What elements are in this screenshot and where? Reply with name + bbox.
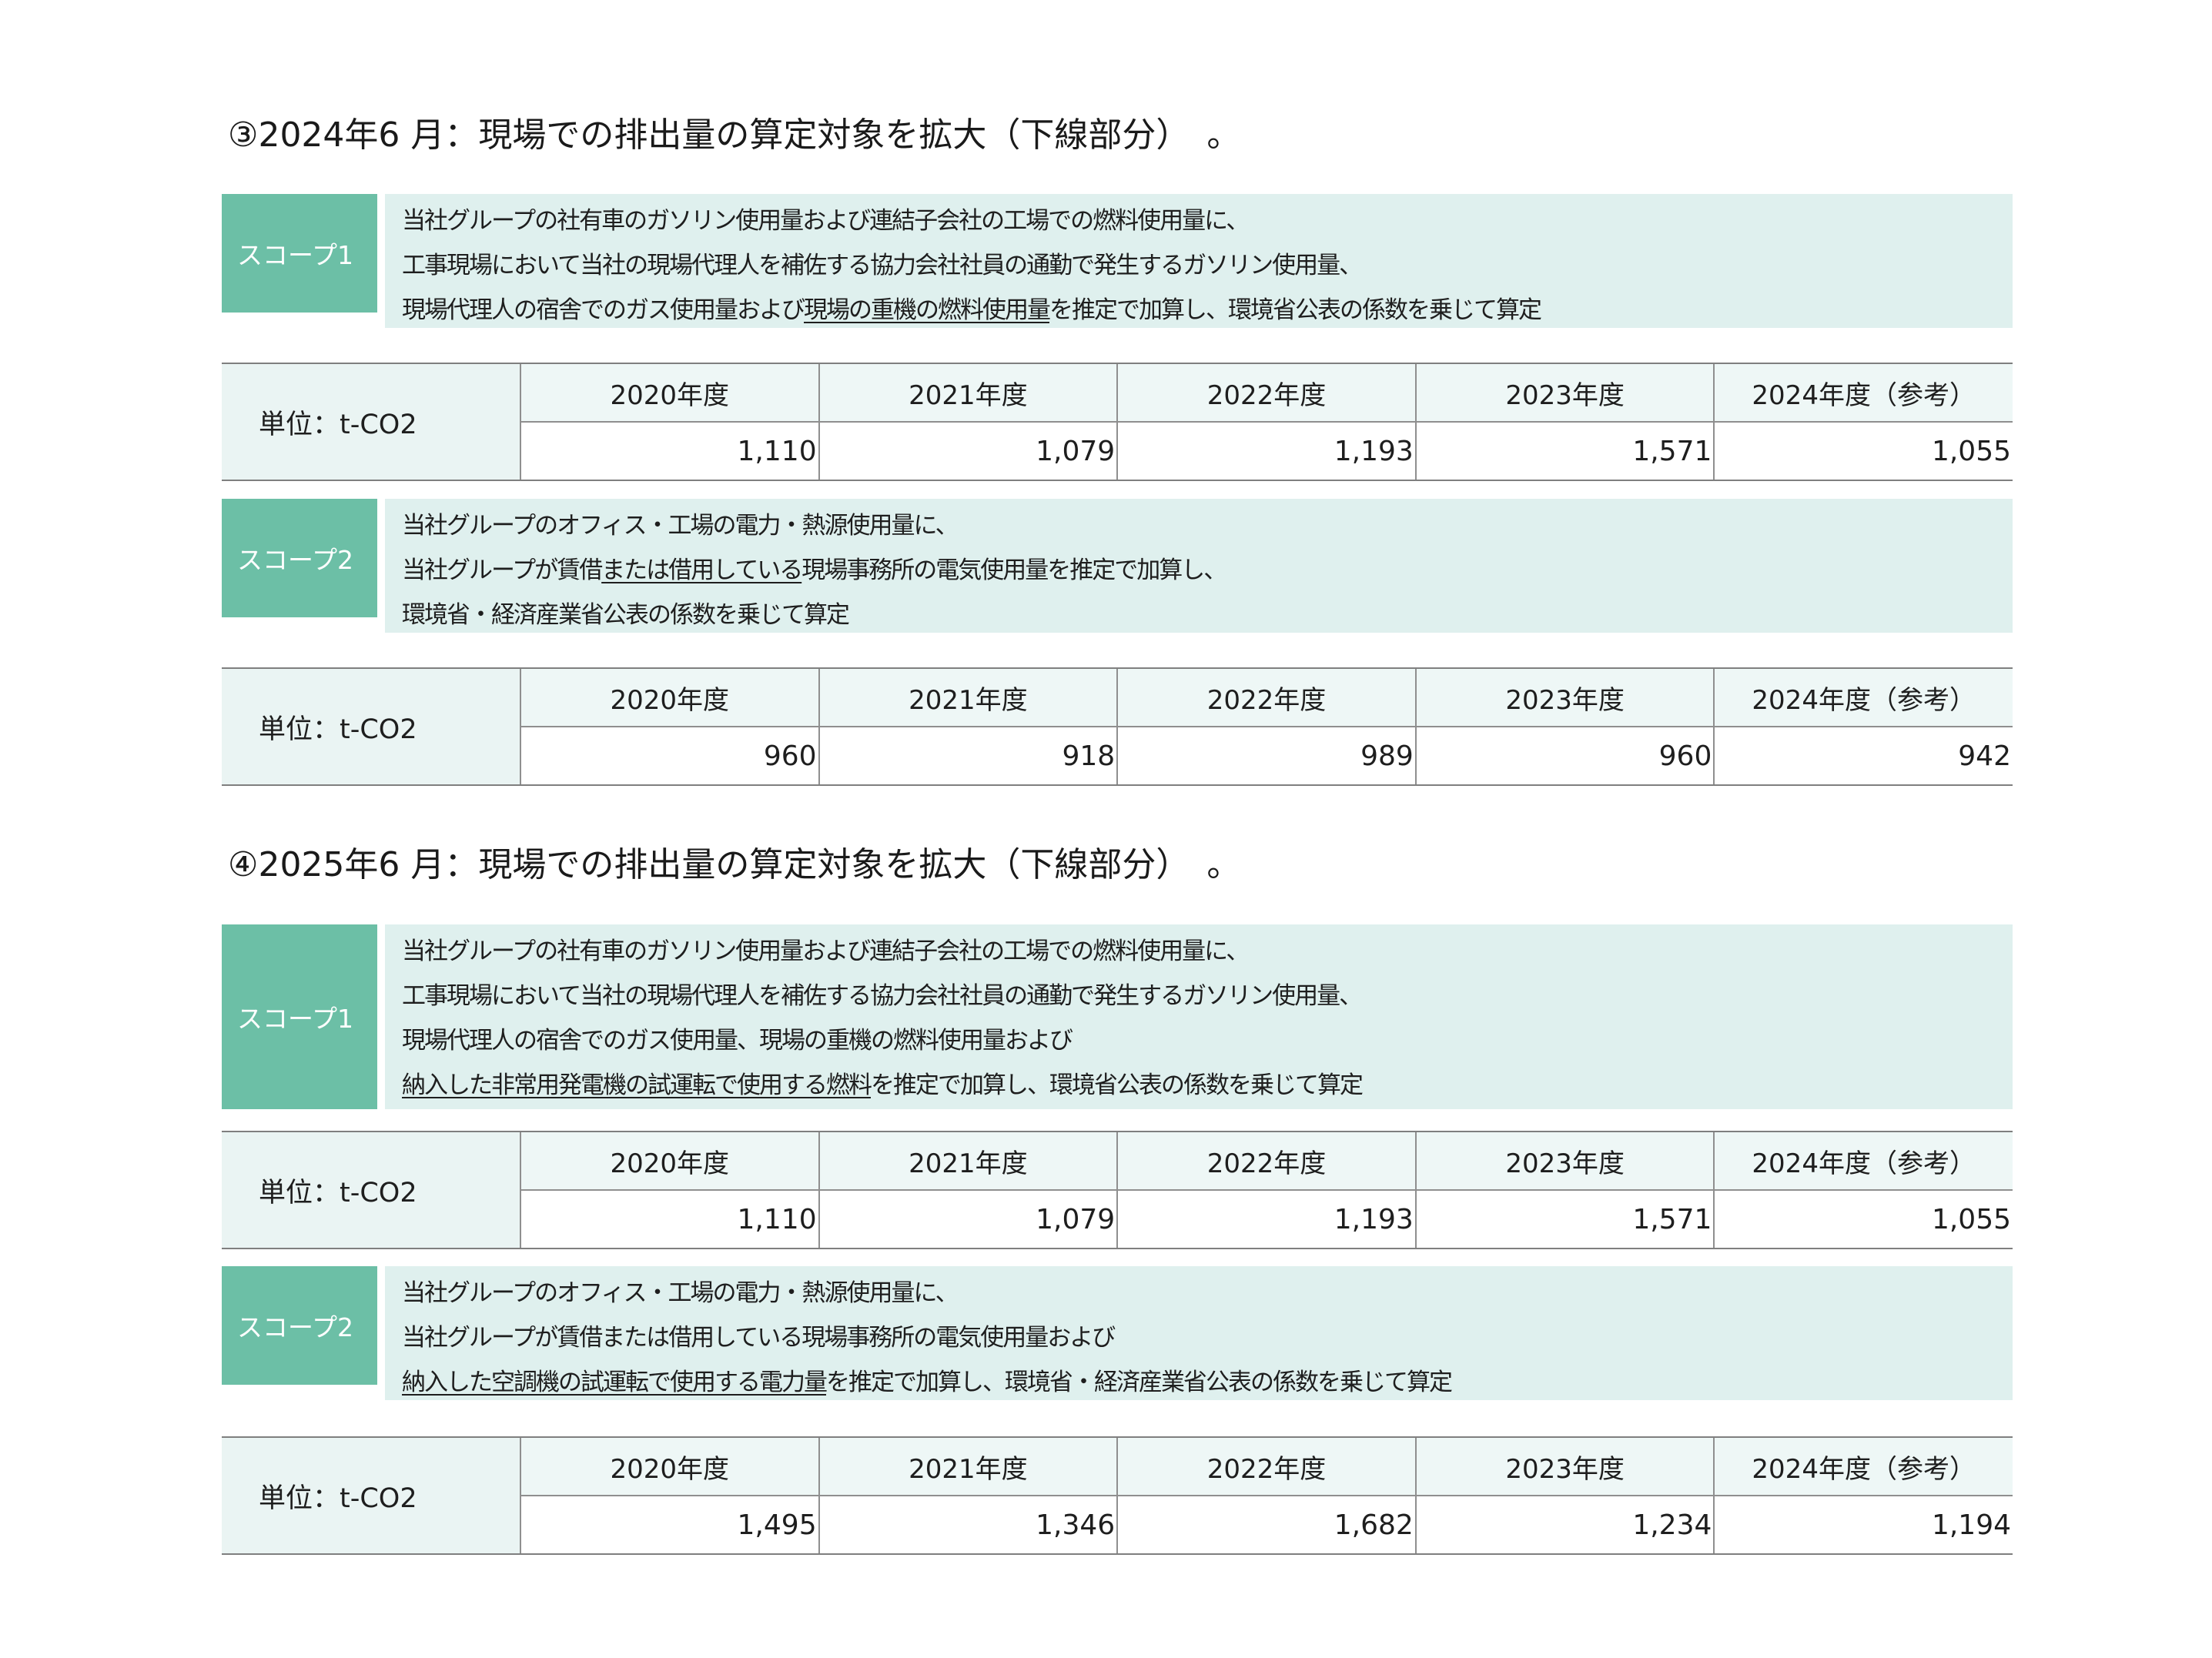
year-header: 2024年度（参考） [1713, 667, 2013, 727]
description-text: 工事現場において当社の現場代理人を補佐する協力会社社員の通勤で発生するガソリン使… [402, 982, 1363, 1010]
year-header: 2021年度 [818, 1131, 1118, 1190]
description-text: 当社グループのオフィス・工場の電力・熱源使用量に、 [402, 1279, 959, 1307]
description-line: 工事現場において当社の現場代理人を補佐する協力会社社員の通勤で発生するガソリン使… [402, 243, 2013, 288]
emission-value: 1,055 [1713, 421, 2013, 481]
scope2-block: スコープ2 当社グループのオフィス・工場の電力・熱源使用量に、 当社グループが賃… [222, 499, 2013, 633]
scope2-description: 当社グループのオフィス・工場の電力・熱源使用量に、 当社グループが賃借または借用… [385, 1266, 2013, 1400]
year-header: 2023年度 [1414, 667, 1715, 727]
section-title: ④2025年6 月：現場での排出量の算定対象を拡大（下線部分） 。 [228, 845, 1241, 884]
year-header: 2022年度 [1116, 1436, 1416, 1496]
description-text: 当社グループが賃借または借用している現場事務所の電気使用量および [402, 1324, 1116, 1352]
emission-value: 1,682 [1116, 1495, 1416, 1555]
scope1-label: スコープ1 [222, 194, 377, 313]
description-line: 現場代理人の宿舎でのガス使用量および現場の重機の燃料使用量を推定で加算し、環境省… [402, 288, 2013, 333]
description-line: 当社グループが賃借または借用している現場事務所の電気使用量を推定で加算し、 [402, 548, 2013, 593]
description-text: 当社グループのオフィス・工場の電力・熱源使用量に、 [402, 512, 959, 540]
emission-value: 1,110 [520, 1189, 819, 1249]
emission-value: 1,079 [818, 1189, 1118, 1249]
emission-value: 1,110 [520, 421, 819, 481]
emission-value: 942 [1713, 726, 2013, 786]
year-header: 2022年度 [1116, 363, 1416, 422]
scope2-emissions-table: 単位：t-CO2 2020年度 2021年度 2022年度 2023年度 2024年度（参… [222, 1436, 2013, 1555]
description-line: 当社グループが賃借または借用している現場事務所の電気使用量および [402, 1315, 2013, 1360]
underlined-text: または借用している [601, 557, 803, 584]
description-text: を推定で加算し、環境省公表の係数を乗じて算定 [1049, 296, 1542, 324]
unit-label: 単位：t-CO2 [222, 1131, 520, 1249]
year-header: 2021年度 [818, 363, 1118, 422]
underlined-text: 納入した非常用発電機の試運転で使用する燃料 [402, 1071, 872, 1099]
description-line: 当社グループの社有車のガソリン使用量および連結子会社の工場での燃料使用量に、 [402, 199, 2013, 243]
description-line: 納入した非常用発電機の試運転で使用する燃料を推定で加算し、環境省公表の係数を乗じ… [402, 1063, 2013, 1108]
scope1-emissions-table: 単位：t-CO2 2020年度 2021年度 2022年度 2023年度 2024年度（参… [222, 1131, 2013, 1249]
scope2-block: スコープ2 当社グループのオフィス・工場の電力・熱源使用量に、 当社グループが賃… [222, 1266, 2013, 1400]
scope2-emissions-table: 単位：t-CO2 2020年度 2021年度 2022年度 2023年度 2024年度（参… [222, 667, 2013, 786]
year-header: 2022年度 [1116, 667, 1416, 727]
emission-value: 1,055 [1713, 1189, 2013, 1249]
year-header: 2021年度 [818, 667, 1118, 727]
section-title: ③2024年6 月：現場での排出量の算定対象を拡大（下線部分） 。 [228, 115, 1241, 155]
description-text: 環境省・経済産業省公表の係数を乗じて算定 [402, 601, 850, 629]
description-text: 当社グループの社有車のガソリン使用量および連結子会社の工場での燃料使用量に、 [402, 938, 1250, 965]
unit-label: 単位：t-CO2 [222, 363, 520, 481]
emission-value: 1,193 [1116, 421, 1416, 481]
description-line: 工事現場において当社の現場代理人を補佐する協力会社社員の通勤で発生するガソリン使… [402, 974, 2013, 1018]
underlined-text: 納入した空調機の試運転で使用する電力量 [402, 1369, 828, 1396]
emission-value: 1,193 [1116, 1189, 1416, 1249]
emission-value: 1,234 [1414, 1495, 1715, 1555]
year-header: 2024年度（参考） [1713, 363, 2013, 422]
emission-value: 1,571 [1414, 421, 1715, 481]
emission-value: 960 [1414, 726, 1715, 786]
scope1-label: スコープ1 [222, 924, 377, 1109]
scope2-label: スコープ2 [222, 499, 377, 617]
year-header: 2020年度 [520, 1131, 819, 1190]
emission-value: 1,346 [818, 1495, 1118, 1555]
scope2-description: 当社グループのオフィス・工場の電力・熱源使用量に、 当社グループが賃借または借用… [385, 499, 2013, 633]
description-line: 納入した空調機の試運転で使用する電力量を推定で加算し、環境省・経済産業省公表の係… [402, 1360, 2013, 1405]
description-text: 当社グループが賃借 [402, 557, 603, 584]
unit-label: 単位：t-CO2 [222, 1436, 520, 1555]
scope1-description: 当社グループの社有車のガソリン使用量および連結子会社の工場での燃料使用量に、 工… [385, 924, 2013, 1109]
emission-value: 989 [1116, 726, 1416, 786]
description-text: を推定で加算し、環境省公表の係数を乗じて算定 [871, 1071, 1364, 1099]
underlined-text: 現場の重機の燃料使用量 [804, 296, 1051, 324]
year-header: 2024年度（参考） [1713, 1436, 2013, 1496]
year-header: 2021年度 [818, 1436, 1118, 1496]
description-line: 当社グループの社有車のガソリン使用量および連結子会社の工場での燃料使用量に、 [402, 929, 2013, 974]
year-header: 2020年度 [520, 363, 819, 422]
emission-value: 1,194 [1713, 1495, 2013, 1555]
year-header: 2023年度 [1414, 1131, 1715, 1190]
emission-value: 1,571 [1414, 1189, 1715, 1249]
emission-value: 918 [818, 726, 1118, 786]
scope1-emissions-table: 単位：t-CO2 2020年度 2021年度 2022年度 2023年度 2024年度（参… [222, 363, 2013, 481]
description-line: 環境省・経済産業省公表の係数を乗じて算定 [402, 593, 2013, 637]
scope1-block: スコープ1 当社グループの社有車のガソリン使用量および連結子会社の工場での燃料使… [222, 194, 2013, 328]
description-text: を推定で加算し、環境省・経済産業省公表の係数を乗じて算定 [826, 1369, 1453, 1396]
year-header: 2023年度 [1414, 1436, 1715, 1496]
scope2-label: スコープ2 [222, 1266, 377, 1385]
description-text: 現場事務所の電気使用量を推定で加算し、 [801, 557, 1227, 584]
scope1-description: 当社グループの社有車のガソリン使用量および連結子会社の工場での燃料使用量に、 工… [385, 194, 2013, 328]
emission-value: 960 [520, 726, 819, 786]
description-line: 現場代理人の宿舎でのガス使用量、現場の重機の燃料使用量および [402, 1018, 2013, 1063]
year-header: 2024年度（参考） [1713, 1131, 2013, 1190]
description-text: 現場代理人の宿舎でのガス使用量および [402, 296, 805, 324]
unit-label: 単位：t-CO2 [222, 667, 520, 786]
year-header: 2020年度 [520, 667, 819, 727]
description-line: 当社グループのオフィス・工場の電力・熱源使用量に、 [402, 503, 2013, 548]
description-text: 当社グループの社有車のガソリン使用量および連結子会社の工場での燃料使用量に、 [402, 207, 1250, 235]
year-header: 2022年度 [1116, 1131, 1416, 1190]
emission-value: 1,079 [818, 421, 1118, 481]
year-header: 2020年度 [520, 1436, 819, 1496]
scope1-block: スコープ1 当社グループの社有車のガソリン使用量および連結子会社の工場での燃料使… [222, 924, 2013, 1109]
year-header: 2023年度 [1414, 363, 1715, 422]
description-text: 現場代理人の宿舎でのガス使用量、現場の重機の燃料使用量および [402, 1027, 1073, 1055]
description-line: 当社グループのオフィス・工場の電力・熱源使用量に、 [402, 1271, 2013, 1315]
emission-value: 1,495 [520, 1495, 819, 1555]
description-text: 工事現場において当社の現場代理人を補佐する協力会社社員の通勤で発生するガソリン使… [402, 252, 1363, 279]
